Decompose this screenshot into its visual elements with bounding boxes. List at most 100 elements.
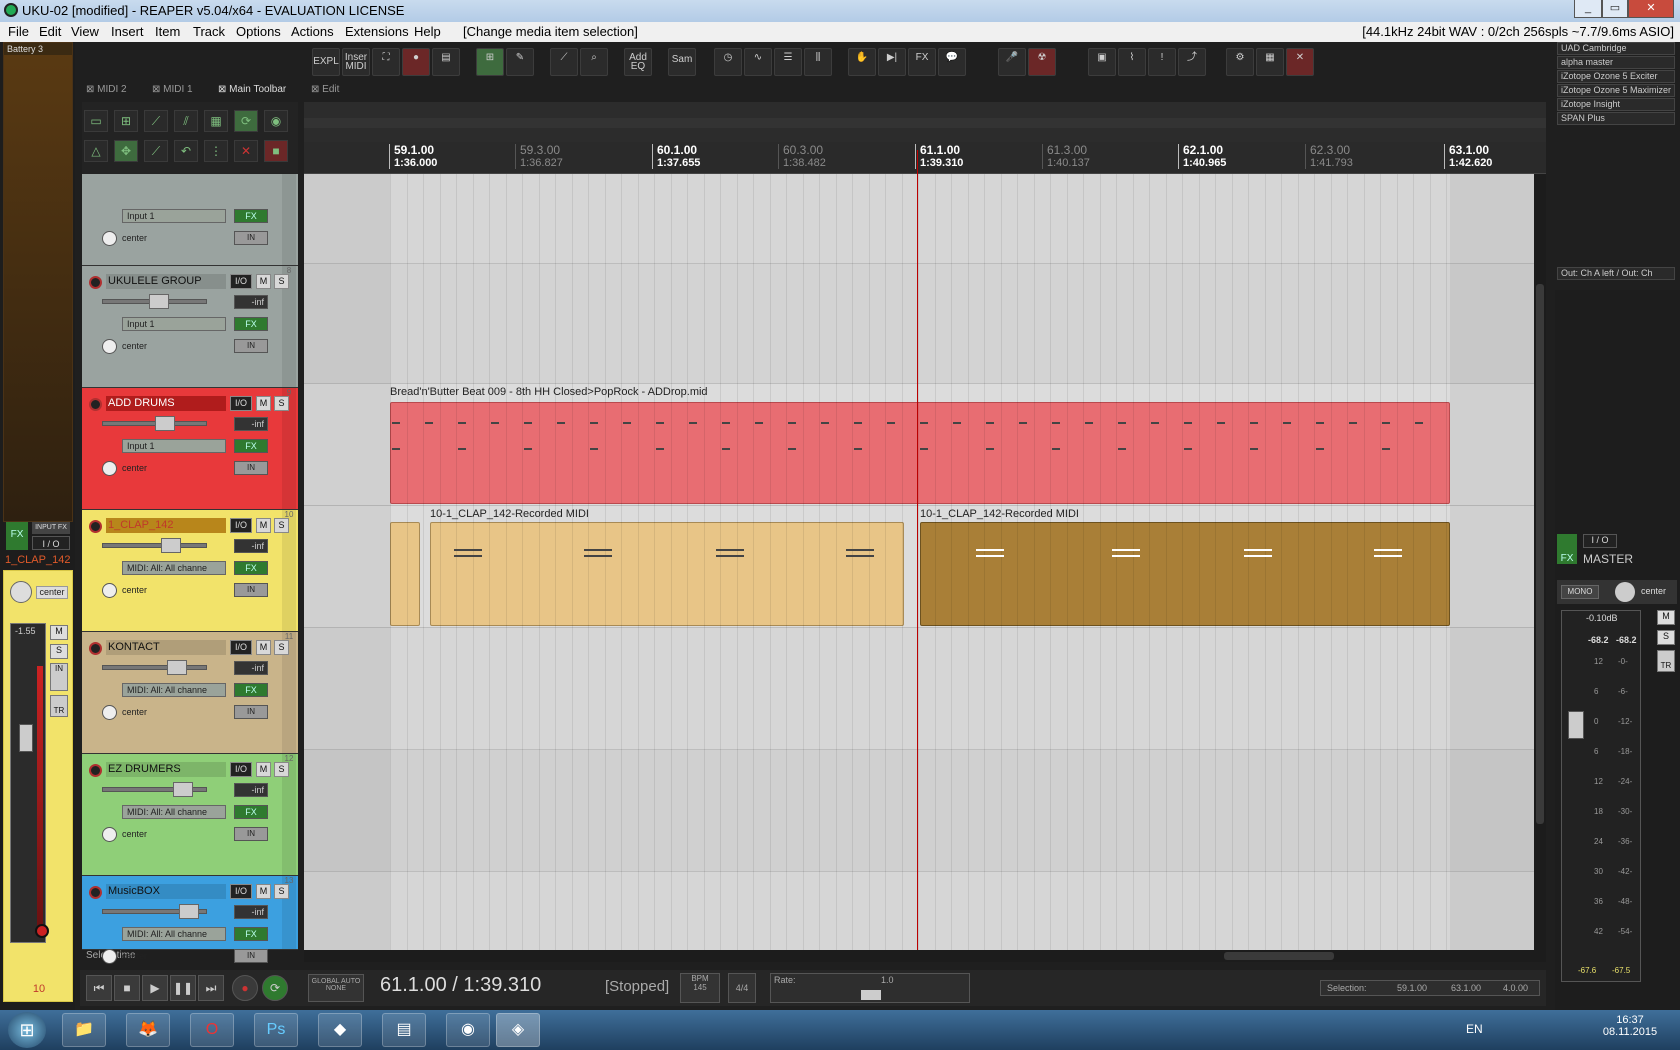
- volume-fader[interactable]: [102, 294, 207, 309]
- play-range-icon[interactable]: ▶|: [878, 48, 906, 76]
- input-fx-button[interactable]: INPUT FX: [32, 522, 70, 534]
- track-lane[interactable]: [304, 872, 1540, 950]
- firefox-icon[interactable]: ◉: [446, 1013, 490, 1047]
- track-header[interactable]: 11 KONTACT I/O M S -inf MIDI: All: All channe F…: [82, 632, 298, 754]
- settings-icon[interactable]: ⚙: [1226, 48, 1254, 76]
- record-arm-icon[interactable]: ●: [402, 48, 430, 76]
- horizontal-scrollbar[interactable]: [304, 950, 1546, 962]
- radiation-icon[interactable]: ☢: [1028, 48, 1056, 76]
- time-signature[interactable]: 4/4: [728, 973, 756, 1003]
- bpm-box[interactable]: BPM 145: [680, 973, 720, 1003]
- folder-icon[interactable]: ▤: [382, 1013, 426, 1047]
- ripple-icon[interactable]: ⫽: [174, 110, 198, 132]
- track-name[interactable]: ADD DRUMS: [106, 396, 226, 411]
- record-icon[interactable]: ●: [232, 975, 258, 1001]
- tab-main-toolbar[interactable]: ⊠ Main Toolbar: [218, 84, 286, 98]
- fx-slot[interactable]: iZotope Insight: [1557, 98, 1675, 111]
- track-lane[interactable]: [304, 628, 1540, 750]
- menu-options[interactable]: Options: [236, 24, 281, 39]
- selection-box[interactable]: Selection: 59.1.00 63.1.00 4.0.00: [1320, 980, 1540, 996]
- fx-button[interactable]: FX: [234, 209, 268, 223]
- master-trim-button[interactable]: TR: [1657, 650, 1675, 672]
- track-name[interactable]: EZ DRUMERS: [106, 762, 226, 777]
- solo-button[interactable]: S: [274, 640, 289, 655]
- menu-edit[interactable]: Edit: [39, 24, 61, 39]
- volume-fader[interactable]: [19, 724, 33, 752]
- io-button[interactable]: I/O: [230, 396, 252, 411]
- fx-button[interactable]: FX: [234, 683, 268, 697]
- delete-icon[interactable]: ✕: [1286, 48, 1314, 76]
- menu-item[interactable]: Item: [155, 24, 180, 39]
- start-button-icon[interactable]: ⊞: [8, 1012, 46, 1048]
- move-icon[interactable]: ✥: [114, 140, 138, 162]
- volume-fader[interactable]: [102, 660, 207, 675]
- mute-button[interactable]: M: [256, 518, 271, 533]
- trim-button[interactable]: TR: [50, 695, 68, 717]
- reaper-taskbar-icon[interactable]: ◈: [496, 1013, 540, 1047]
- solo-button[interactable]: S: [274, 762, 289, 777]
- input-select[interactable]: MIDI: All: All channe: [122, 927, 226, 941]
- track-header[interactable]: Input 1 FX center IN: [82, 174, 298, 266]
- fader-knob[interactable]: [161, 538, 181, 553]
- solo-button[interactable]: S: [274, 274, 289, 289]
- input-select[interactable]: MIDI: All: All channe: [122, 683, 226, 697]
- item-group-icon[interactable]: ▤: [432, 48, 460, 76]
- zoom-icon[interactable]: ⌕: [580, 48, 608, 76]
- input-monitor-button[interactable]: IN: [234, 339, 268, 353]
- pan-knob[interactable]: [102, 583, 117, 598]
- timeline-ruler[interactable]: 59.1.00 1:36.000 59.3.00 1:36.827 60.1.00 1:3…: [304, 142, 1546, 174]
- menu-track[interactable]: Track: [193, 24, 225, 39]
- input-monitor-button[interactable]: IN: [50, 663, 68, 691]
- volume-fader[interactable]: [102, 904, 207, 919]
- pan-knob[interactable]: [102, 949, 117, 964]
- fx-button[interactable]: FX: [234, 317, 268, 331]
- eye-icon[interactable]: ◉: [264, 110, 288, 132]
- fx-icon[interactable]: FX: [908, 48, 936, 76]
- vertical-scrollbar[interactable]: [1534, 174, 1546, 950]
- color-icon[interactable]: ▦: [1256, 48, 1284, 76]
- media-item-drums[interactable]: [390, 402, 1450, 504]
- master-fx-button[interactable]: FX: [1557, 534, 1577, 564]
- record-arm-icon[interactable]: [89, 398, 102, 411]
- pulse-icon[interactable]: ⌇: [1118, 48, 1146, 76]
- master-pan-knob[interactable]: [1615, 582, 1635, 602]
- master-output[interactable]: Out: Ch A left / Out: Ch: [1557, 267, 1675, 280]
- go-start-icon[interactable]: ⏮: [86, 975, 112, 1001]
- envelope-icon[interactable]: ⟋: [550, 48, 578, 76]
- mute-button[interactable]: M: [50, 625, 68, 640]
- input-monitor-button[interactable]: IN: [234, 949, 268, 963]
- input-monitor-button[interactable]: IN: [234, 231, 268, 245]
- solo-button[interactable]: S: [274, 884, 289, 899]
- fullscreen-icon[interactable]: ⛶: [372, 48, 400, 76]
- scroll-thumb[interactable]: [1536, 284, 1544, 824]
- pan-knob[interactable]: [10, 581, 32, 603]
- maximize-icon[interactable]: ▭: [1602, 0, 1628, 18]
- list-icon[interactable]: ☰: [774, 48, 802, 76]
- media-item-clap-selected[interactable]: [920, 522, 1450, 626]
- sampler-button[interactable]: Sam: [668, 48, 696, 76]
- stop-icon[interactable]: ■: [114, 975, 140, 1001]
- solo-button[interactable]: S: [274, 396, 289, 411]
- input-select[interactable]: Input 1: [122, 209, 226, 223]
- track-header[interactable]: 12 EZ DRUMERS I/O M S -inf MIDI: All: All chan…: [82, 754, 298, 876]
- global-auto-button[interactable]: GLOBAL AUTO NONE: [308, 974, 364, 1002]
- fx-button[interactable]: FX: [6, 522, 28, 550]
- warning-icon[interactable]: !: [1148, 48, 1176, 76]
- tab-midi-2[interactable]: ⊠ MIDI 2: [86, 84, 127, 98]
- fader-knob[interactable]: [155, 416, 175, 431]
- track-name[interactable]: KONTACT: [106, 640, 226, 655]
- snap-icon[interactable]: ⊞: [476, 48, 504, 76]
- fx-button[interactable]: FX: [234, 805, 268, 819]
- app-icon[interactable]: 🦊: [126, 1013, 170, 1047]
- track-lane[interactable]: [304, 750, 1540, 872]
- solo-button[interactable]: S: [50, 644, 68, 659]
- fader-knob[interactable]: [173, 782, 193, 797]
- fader-knob[interactable]: [167, 660, 187, 675]
- media-item-clap[interactable]: [390, 522, 420, 626]
- pan-knob[interactable]: [102, 231, 117, 246]
- opera-icon[interactable]: O: [190, 1013, 234, 1047]
- x-icon[interactable]: ✕: [234, 140, 258, 162]
- track-header[interactable]: 13 MusicBOX I/O M S -inf MIDI: All: All channe…: [82, 876, 298, 964]
- input-monitor-button[interactable]: IN: [234, 705, 268, 719]
- repeat-icon[interactable]: ⟳: [262, 975, 288, 1001]
